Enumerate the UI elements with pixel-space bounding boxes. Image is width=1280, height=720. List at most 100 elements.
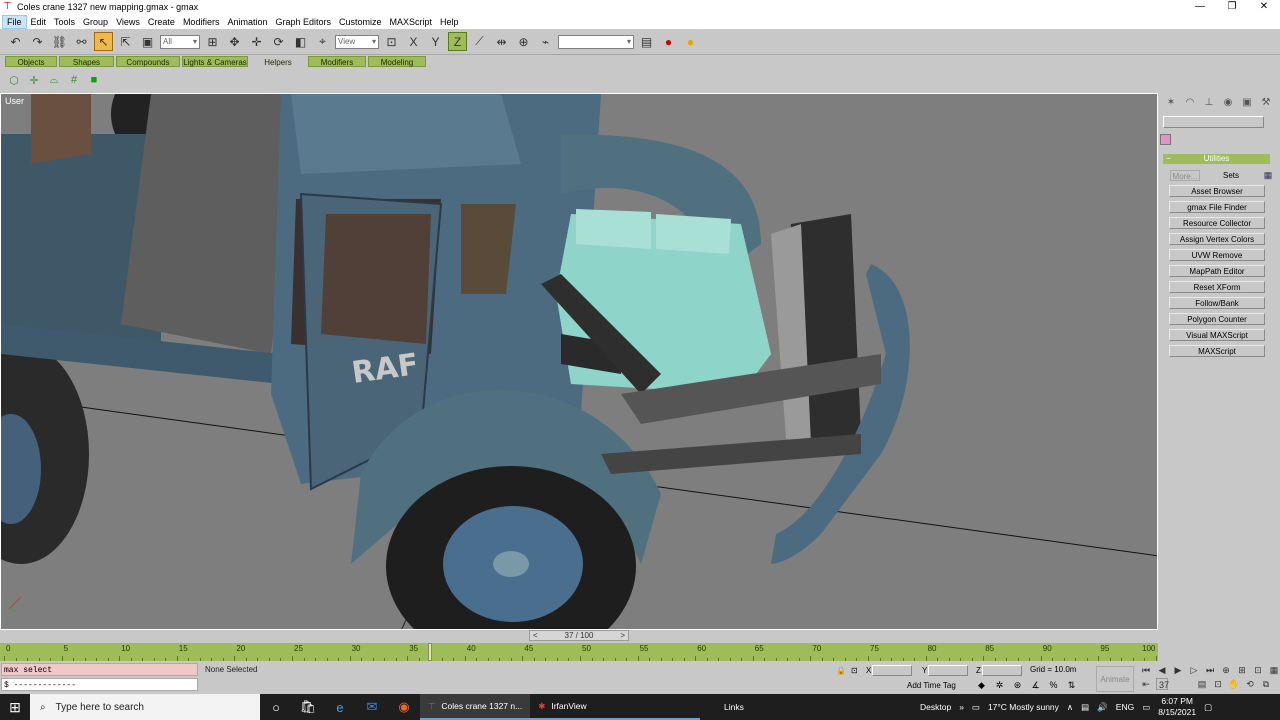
go-to-end-icon[interactable]: ⏭	[1204, 664, 1216, 676]
render-icon[interactable]: ●	[659, 32, 678, 51]
mail-icon[interactable]: ✉	[356, 699, 388, 715]
link-icon[interactable]: ⛓	[50, 32, 69, 51]
undo-icon[interactable]: ↶	[6, 32, 25, 51]
zoom-all-icon[interactable]: ⊞	[1236, 664, 1248, 676]
align-icon[interactable]: ⊕	[514, 32, 533, 51]
zoom-icon[interactable]: ⊕	[1220, 664, 1232, 676]
scale-icon[interactable]: ◧	[291, 32, 310, 51]
move-icon[interactable]: ✥	[225, 32, 244, 51]
utilities-panel-icon[interactable]: ⚒	[1259, 96, 1273, 110]
grid-helper-icon[interactable]: #	[66, 72, 82, 88]
zoom-extents-all-icon[interactable]: ▦	[1268, 664, 1280, 676]
redo-icon[interactable]: ↷	[28, 32, 47, 51]
go-to-start-icon[interactable]: ⏮	[1140, 664, 1152, 676]
more-button[interactable]: More...	[1170, 170, 1200, 181]
restrict-y-icon[interactable]: Y	[426, 32, 445, 51]
animate-button[interactable]: Animate	[1096, 666, 1134, 692]
volume-icon[interactable]: 🔊	[1097, 702, 1108, 713]
edge-icon[interactable]: e	[324, 700, 356, 715]
current-frame-field[interactable]: 37	[1156, 678, 1169, 690]
track-bar[interactable]: 0 5 10 15 20 25 30 35 40 45 50 55 60 65 70 75 80 85 90 95 10…	[0, 643, 1158, 661]
time-config-icon[interactable]: ▤	[1196, 678, 1208, 690]
spinner-snap-icon[interactable]: ⇅	[1065, 680, 1078, 691]
y-coordinate-field[interactable]	[928, 665, 968, 676]
select-object-icon[interactable]: ↖	[94, 32, 113, 51]
select-move-window-icon[interactable]: ⊞	[203, 32, 222, 51]
gear-icon[interactable]: ✲	[993, 680, 1006, 691]
taskbar-app-irfanview[interactable]: ✱ IrfanView	[530, 694, 701, 720]
snap-icon[interactable]: ⌖	[313, 32, 332, 51]
reset-xform-button[interactable]: Reset XForm	[1169, 281, 1265, 293]
tab-lights-cameras[interactable]: Lights & Cameras	[182, 56, 248, 67]
menu-graph-editors[interactable]: Graph Editors	[271, 16, 335, 28]
prev-frame-icon[interactable]: <	[533, 631, 538, 640]
tab-objects[interactable]: Objects	[5, 56, 57, 67]
lock-selection-icon[interactable]: 🔒	[836, 665, 846, 676]
clock[interactable]: 6:07 PM 8/15/2021	[1158, 696, 1196, 718]
create-panel-icon[interactable]: ✶	[1164, 96, 1178, 110]
notifications-icon[interactable]: ▢	[1204, 702, 1212, 713]
maxscript-output[interactable]: $ -------------	[1, 678, 198, 691]
motion-panel-icon[interactable]: ◉	[1221, 96, 1235, 110]
maxscript-listener-input[interactable]: max select	[1, 663, 198, 676]
chevron-up-icon[interactable]: ∧	[1067, 702, 1073, 713]
zoom-extents-icon[interactable]: ⊡	[1252, 664, 1264, 676]
angle-snap-icon[interactable]: ∡	[1029, 680, 1042, 691]
store-icon[interactable]: 🛍	[292, 699, 324, 715]
menu-group[interactable]: Group	[79, 16, 112, 28]
display-panel-icon[interactable]: ▣	[1240, 96, 1254, 110]
restore-button[interactable]: ❐	[1216, 0, 1248, 14]
taskbar-app-gmax[interactable]: ⊤ Coles crane 1327 n...	[420, 694, 531, 720]
tape-helper-icon[interactable]: ⌓	[46, 72, 62, 88]
next-frame-icon[interactable]: >	[620, 631, 625, 640]
viewport-user[interactable]: RAF User	[0, 93, 1158, 630]
close-button[interactable]: ✕	[1248, 0, 1280, 14]
snap-toggle-icon[interactable]: ⊛	[1011, 680, 1024, 691]
visual-maxscript-button[interactable]: Visual MAXScript	[1169, 329, 1265, 341]
hierarchy-panel-icon[interactable]: ⊥	[1202, 96, 1216, 110]
arc-rotate-icon[interactable]: ⟲	[1244, 678, 1256, 690]
asset-browser-button[interactable]: Asset Browser	[1169, 185, 1265, 197]
dummy-helper-icon[interactable]: ⬡	[6, 72, 22, 88]
polygon-counter-button[interactable]: Polygon Counter	[1169, 313, 1265, 325]
x-coordinate-field[interactable]	[872, 665, 912, 676]
menu-customize[interactable]: Customize	[335, 16, 386, 28]
box-helper-icon[interactable]: ■	[86, 72, 102, 88]
follow-bank-button[interactable]: Follow/Bank	[1169, 297, 1265, 309]
weather-text[interactable]: 17°C Mostly sunny	[988, 702, 1059, 712]
add-time-tag[interactable]: Add Time Tag	[907, 681, 956, 690]
configure-sets-icon[interactable]: ▦	[1262, 170, 1274, 181]
chevron-right-icon[interactable]: »	[959, 702, 964, 712]
desktop-toolbar[interactable]: Desktop	[920, 702, 951, 712]
point-helper-icon[interactable]: ✛	[26, 72, 42, 88]
quick-render-icon[interactable]: ●	[681, 32, 700, 51]
object-color-swatch[interactable]	[1160, 134, 1171, 145]
firefox-icon[interactable]: ◉	[388, 699, 420, 715]
key-step-icon[interactable]: ⇤	[1140, 678, 1152, 690]
menu-edit[interactable]: Edit	[27, 16, 51, 28]
assign-vertex-colors-button[interactable]: Assign Vertex Colors	[1169, 233, 1265, 245]
windows-start-icon[interactable]: ⊞	[0, 699, 30, 716]
gmax-file-finder-button[interactable]: gmax File Finder	[1169, 201, 1265, 213]
menu-modifiers[interactable]: Modifiers	[179, 16, 224, 28]
menu-animation[interactable]: Animation	[223, 16, 271, 28]
minimize-button[interactable]: —	[1184, 0, 1216, 14]
named-selection-dropdown[interactable]: ▾	[558, 34, 634, 49]
resource-collector-button[interactable]: Resource Collector	[1169, 217, 1265, 229]
tab-modifiers[interactable]: Modifiers	[308, 56, 366, 67]
restrict-z-icon[interactable]: Z	[448, 32, 467, 51]
tab-helpers[interactable]: Helpers	[250, 56, 306, 67]
absolute-mode-icon[interactable]: ⊡	[851, 665, 858, 676]
utilities-rollout-header[interactable]: − Utilities	[1163, 154, 1270, 164]
mirror-icon[interactable]: ⇹	[492, 32, 511, 51]
menu-maxscript[interactable]: MAXScript	[386, 16, 437, 28]
rotate-icon[interactable]: ⟳	[269, 32, 288, 51]
menu-tools[interactable]: Tools	[50, 16, 79, 28]
previous-frame-icon[interactable]: ◀	[1156, 664, 1168, 676]
menu-file[interactable]: File	[2, 14, 27, 29]
links-toolbar[interactable]: Links	[724, 702, 744, 712]
pan-icon[interactable]: ✋	[1228, 678, 1240, 690]
tab-shapes[interactable]: Shapes	[59, 56, 114, 67]
percent-snap-icon[interactable]: %	[1047, 680, 1060, 691]
menu-create[interactable]: Create	[144, 16, 179, 28]
